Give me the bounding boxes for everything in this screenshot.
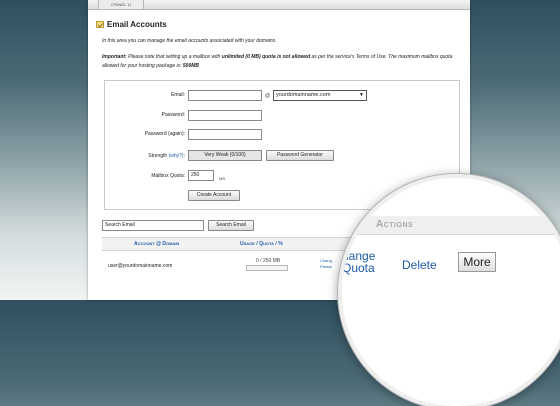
strength-why-link[interactable]: (why?) — [169, 153, 184, 159]
notice-text-1: Please note that setting up a mailbox wi… — [126, 54, 222, 60]
row-usage-text: 0 / 250 MB — [256, 258, 280, 264]
change-quota-link[interactable]: hange Quota — [342, 250, 375, 274]
strength-label: Strength (why?): — [148, 153, 185, 159]
magnifier-lens: Actions hange Quota Delete More — [342, 178, 560, 406]
page-title: Email Accounts — [96, 20, 167, 29]
usage-progress-bar — [246, 265, 288, 271]
password-again-label: Password (again): — [144, 131, 185, 137]
change-quota-line-2: Quota — [342, 261, 375, 275]
quota-notice: Important: Please note that setting up a… — [102, 53, 466, 70]
email-accounts-icon — [96, 21, 104, 28]
magnified-actions-header: Actions — [342, 216, 560, 235]
domain-selected-value: yourdomainname.com — [276, 92, 331, 98]
intro-text: In this area you can manage the email ac… — [102, 38, 277, 44]
page-title-text: Email Accounts — [107, 20, 167, 29]
password-again-input[interactable] — [188, 129, 262, 140]
row-actions-small: Chang Passw — [320, 258, 332, 270]
password-input[interactable] — [188, 110, 262, 121]
notice-prefix: Important: — [102, 54, 127, 60]
strength-label-text: Strength — [148, 153, 168, 159]
strength-colon: : — [183, 153, 185, 159]
mailbox-quota-label: Mailbox Quota: — [151, 173, 185, 179]
row-email-address: user@yourdomainname.com — [108, 263, 173, 269]
more-button[interactable]: More — [458, 252, 496, 272]
change-password-link-small[interactable]: Passw — [320, 264, 332, 270]
quota-unit: MB — [219, 176, 225, 181]
actions-column-label: Actions — [376, 219, 414, 230]
cpanel-tab[interactable]: CPANEL 11 — [98, 0, 144, 10]
search-email-button[interactable]: Search Email — [208, 220, 254, 231]
delete-link[interactable]: Delete — [402, 258, 437, 272]
top-bar: CPANEL 11 — [88, 0, 470, 10]
column-usage-quota[interactable]: Usage / Quota / % — [240, 241, 283, 247]
password-strength-meter: Very Weak (0/100) — [188, 150, 262, 161]
row-usage-unit: MB — [272, 258, 281, 264]
notice-limit: 500MB — [182, 62, 200, 69]
email-input[interactable] — [188, 90, 262, 101]
row-usage-value: 0 / 250 — [256, 258, 272, 264]
column-account-domain[interactable]: Account @ Domain — [134, 241, 179, 247]
domain-select[interactable]: yourdomainname.com ▼ — [273, 90, 367, 101]
mailbox-quota-input[interactable]: 250 — [188, 170, 214, 181]
chevron-down-icon: ▼ — [359, 92, 364, 98]
search-email-input[interactable]: Search Email — [102, 220, 204, 231]
at-symbol: @ — [265, 93, 271, 99]
email-label: Email: — [171, 92, 185, 98]
password-label: Password: — [161, 112, 185, 118]
password-generator-button[interactable]: Password Generator — [266, 150, 334, 161]
create-account-button[interactable]: Create Account — [188, 190, 240, 201]
notice-strong: unlimited (0 MB) quota is not allowed — [221, 54, 311, 60]
